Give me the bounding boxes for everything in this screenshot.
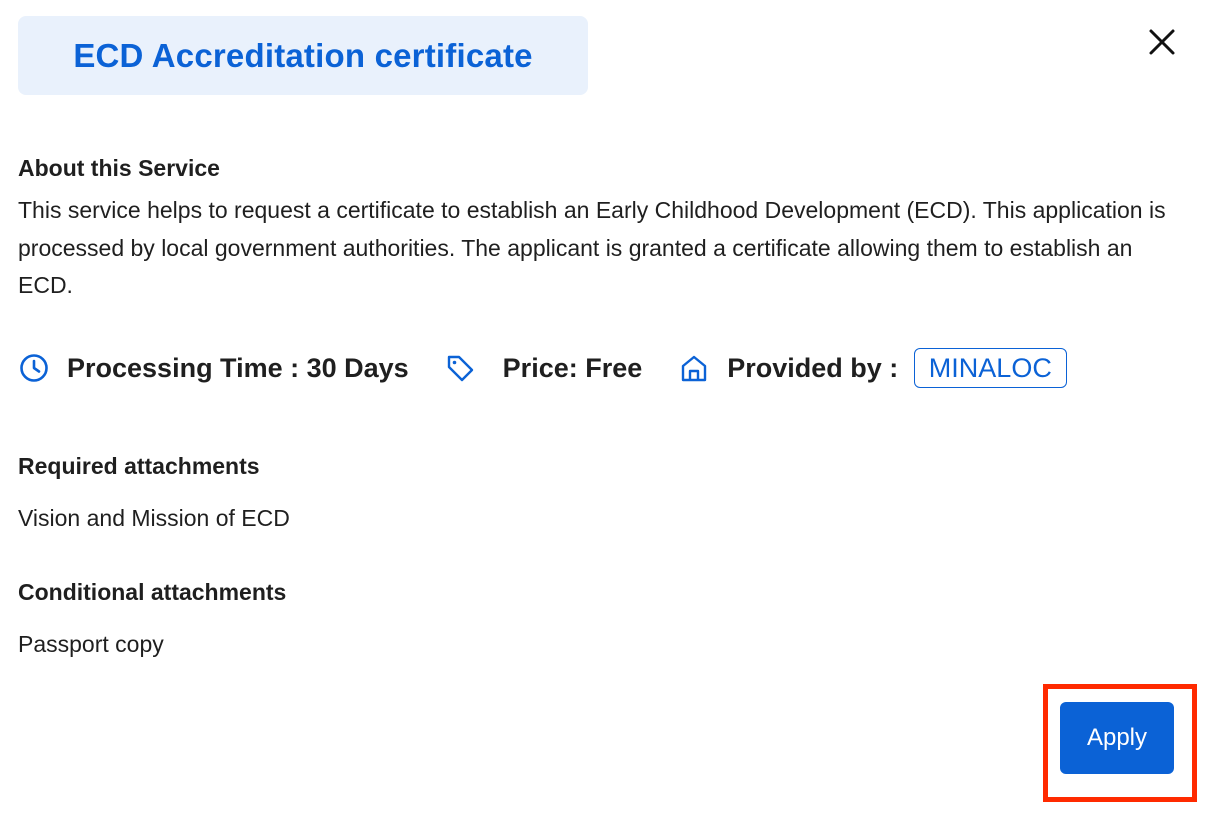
price-tag-icon <box>444 352 476 384</box>
close-button[interactable] <box>1140 20 1184 64</box>
clock-icon <box>18 352 50 384</box>
home-icon <box>678 352 710 384</box>
conditional-attachment-item: Passport copy <box>18 631 164 657</box>
processing-time-label: Processing Time : 30 Days <box>67 352 409 383</box>
conditional-attachments-heading: Conditional attachments <box>18 579 287 605</box>
required-attachments-heading: Required attachments <box>18 453 260 479</box>
about-description: This service helps to request a certific… <box>18 197 1166 298</box>
required-attachment-item: Vision and Mission of ECD <box>18 505 290 531</box>
service-details-modal: ECD Accreditation certificate About this… <box>0 0 1226 818</box>
price: Price: Free <box>444 352 643 384</box>
close-icon <box>1149 29 1175 55</box>
processing-time: Processing Time : 30 Days <box>18 352 409 384</box>
title-chip: ECD Accreditation certificate <box>18 16 588 95</box>
provided-by: Provided by : MINALOC <box>678 348 1067 388</box>
page-title: ECD Accreditation certificate <box>73 36 533 74</box>
apply-button[interactable]: Apply <box>1060 702 1174 774</box>
service-meta-row: Processing Time : 30 Days Price: Free Pr… <box>18 345 1067 391</box>
provided-by-label: Provided by : <box>727 352 906 383</box>
about-heading: About this Service <box>18 155 220 181</box>
provider-badge[interactable]: MINALOC <box>913 348 1067 388</box>
price-label: Price: Free <box>502 352 643 383</box>
